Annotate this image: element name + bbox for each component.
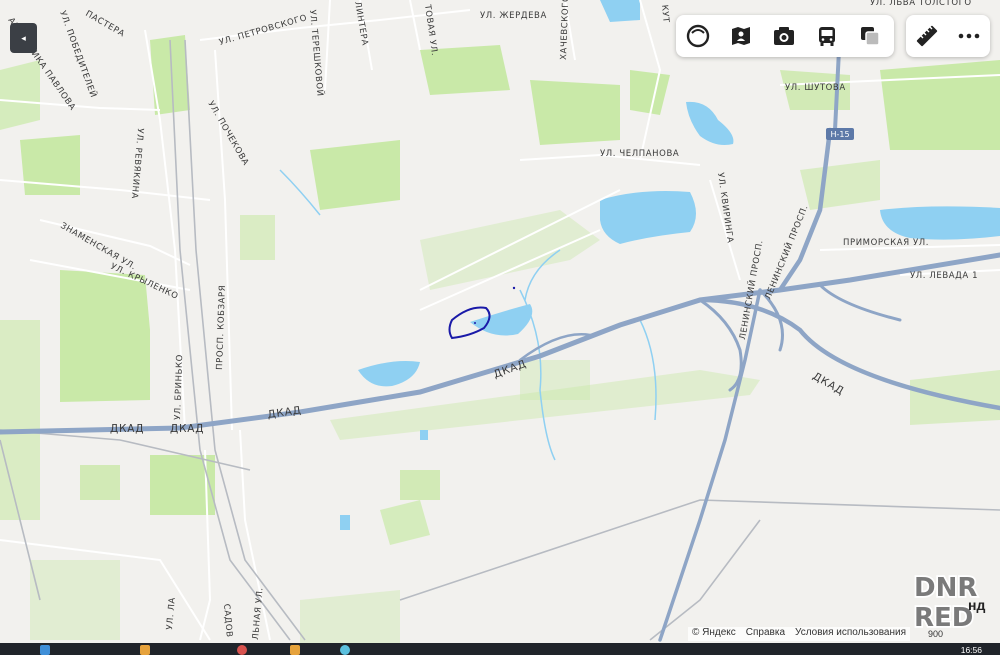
ruler-button[interactable] bbox=[906, 15, 948, 57]
map-type-button[interactable] bbox=[848, 15, 891, 57]
taskbar-app-icon[interactable] bbox=[140, 645, 150, 655]
taskbar-app-icon[interactable] bbox=[340, 645, 350, 655]
terms-link[interactable]: Условия использования bbox=[795, 627, 906, 641]
partial-place-label: нд bbox=[968, 597, 986, 613]
map-toolbar bbox=[676, 15, 894, 57]
highway-label-dkad-1: ДКАД bbox=[110, 423, 144, 435]
map-app: H-15 ПАСТЕРА АКАДЕМИКА ПАВЛОВА УЛ. ПОБЕД… bbox=[0, 0, 1000, 655]
panorama-icon bbox=[731, 27, 750, 45]
scale-label: 900 bbox=[928, 629, 944, 639]
street-label-levada: УЛ. ЛЕВАДА 1 bbox=[910, 271, 978, 281]
transport-button[interactable] bbox=[805, 15, 848, 57]
ruler-icon bbox=[916, 25, 938, 47]
taskbar-app-icon[interactable] bbox=[290, 645, 300, 655]
selected-area-center bbox=[474, 322, 476, 324]
panorama-button[interactable] bbox=[719, 15, 762, 57]
photo-icon bbox=[773, 27, 794, 45]
map-canvas[interactable]: H-15 ПАСТЕРА АКАДЕМИКА ПАВЛОВА УЛ. ПОБЕД… bbox=[0, 0, 1000, 645]
taskbar-clock: 16:56 bbox=[960, 645, 982, 655]
taskbar-app-icon[interactable] bbox=[237, 645, 247, 655]
back-button[interactable]: ◂ bbox=[10, 23, 37, 53]
copyright-yandex[interactable]: © Яндекс bbox=[692, 627, 736, 641]
street-label-zherdeva: УЛ. ЖЕРДЕВА bbox=[480, 11, 547, 21]
layers-icon bbox=[686, 24, 709, 48]
street-label-chelpanova: УЛ. ЧЕЛПАНОВА bbox=[600, 149, 679, 159]
map-point bbox=[512, 286, 516, 290]
tools-toolbar bbox=[906, 15, 990, 57]
highway-label-dkad-2: ДКАД bbox=[170, 423, 204, 435]
taskbar-app-icon[interactable] bbox=[40, 645, 50, 655]
copyright-bar: © Яндекс Справка Условия использования bbox=[688, 627, 911, 641]
transport-icon bbox=[818, 27, 835, 46]
more-icon bbox=[958, 33, 980, 39]
svg-text:H-15: H-15 bbox=[830, 130, 849, 139]
help-link[interactable]: Справка bbox=[746, 627, 785, 641]
layers-button[interactable] bbox=[676, 15, 719, 57]
map-type-icon bbox=[860, 27, 880, 46]
street-label-primorskaya: ПРИМОРСКАЯ УЛ. bbox=[843, 238, 929, 248]
street-label-lva-tolstogo: УЛ. ЛЬВА ТОЛСТОГО bbox=[870, 0, 972, 8]
street-label-kut: КУТ bbox=[659, 4, 671, 23]
more-button[interactable] bbox=[948, 15, 990, 57]
photo-button[interactable] bbox=[762, 15, 805, 57]
back-arrow-icon: ◂ bbox=[21, 32, 26, 43]
h15-shield: H-15 bbox=[826, 128, 854, 140]
os-taskbar bbox=[0, 643, 1000, 655]
street-label-shutova: УЛ. ШУТОВА bbox=[785, 83, 846, 93]
svg-text:RED: RED bbox=[914, 603, 973, 632]
